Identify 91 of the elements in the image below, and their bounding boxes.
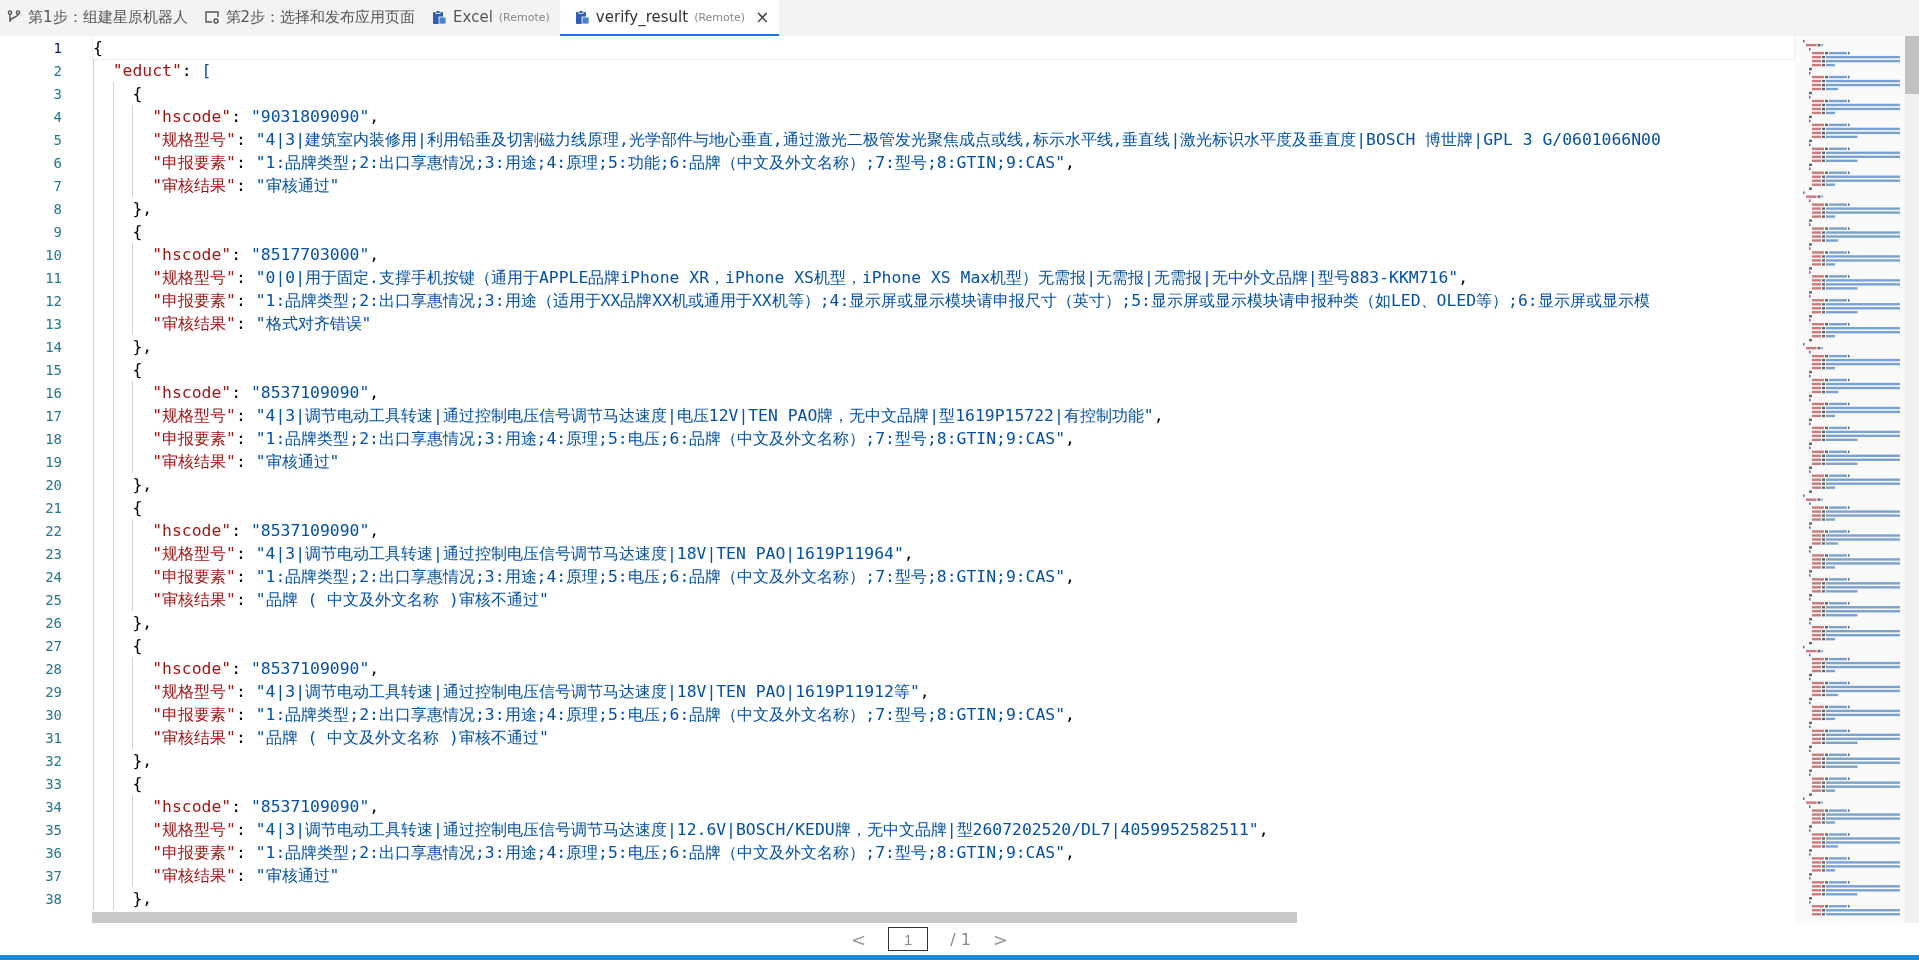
editor-tab[interactable]: 第1步：组建星原机器人 — [0, 0, 198, 36]
code-line: "规格型号": "0|0|用于固定.支撑手机按键（通用于APPLE品牌iPhone XR，iPhone XS机型，iPhone XS Max机型）无需报|无需报|无需报|无中外文品牌|型号883-KKM716", — [151, 266, 1469, 289]
code-line: { — [131, 84, 143, 103]
line-number: 16 — [44, 384, 62, 401]
line-number: 31 — [44, 729, 62, 746]
code-line: }, — [131, 751, 153, 770]
code-line: }, — [131, 475, 153, 494]
line-number: 15 — [44, 361, 62, 378]
code-line: "hscode": "8537109090", — [151, 797, 380, 816]
gear-window-icon — [203, 9, 220, 25]
code-line: "hscode": "8537109090", — [151, 521, 380, 540]
remote-label: (Remote) — [694, 10, 746, 24]
line-number: 11 — [44, 269, 62, 286]
code-line: { — [131, 774, 143, 793]
line-number: 26 — [44, 614, 62, 631]
line-number: 24 — [44, 568, 62, 585]
line-number: 14 — [44, 338, 62, 355]
line-number: 32 — [44, 752, 62, 769]
line-number: 2 — [52, 62, 62, 79]
code-line: }, — [131, 889, 153, 908]
code-line: "审核结果": "审核通过" — [151, 864, 340, 887]
code-line: "规格型号": "4|3|建筑室内装修用|利用铅垂及切割磁力线原理,光学部件与地心垂直,通过激光二极管发光聚焦成点或线,标示水平线,垂直线|激光标识水平度及垂直度|BOSCH 博世牌|GPL 3 G/0601066N00 — [151, 128, 1661, 151]
line-number: 23 — [44, 545, 62, 562]
branch-icon — [6, 9, 22, 25]
line-number: 10 — [44, 246, 62, 263]
code-line: "审核结果": "审核通过" — [151, 450, 340, 473]
line-number: 30 — [44, 706, 62, 723]
page-total: / 1 — [950, 929, 971, 949]
clipboard-icon — [431, 9, 448, 25]
line-number: 3 — [52, 85, 62, 102]
line-number: 21 — [44, 499, 62, 516]
line-number: 37 — [44, 867, 62, 884]
code-line: { — [131, 498, 143, 517]
line-number: 6 — [52, 154, 62, 171]
clipboard-icon — [573, 9, 590, 25]
code-line: "规格型号": "4|3|调节电动工具转速|通过控制电压信号调节马达速度|电压12V|TEN PAO牌，无中文品牌|型1619P15722|有控制功能", — [151, 404, 1164, 427]
code-line: "申报要素": "1:品牌类型;2:出口享惠情况;3:用途;4:原理;5:电压;6:品牌（中文及外文名称）;7:型号;8:GTIN;9:CAS", — [151, 841, 1075, 864]
line-number: 22 — [44, 522, 62, 539]
line-number: 38 — [44, 890, 62, 907]
line-number: 28 — [44, 660, 62, 677]
code-line: "hscode": "8537109090", — [151, 383, 380, 402]
code-line: }, — [131, 199, 153, 218]
editor-tab[interactable]: 第2步：选择和发布应用页面 — [197, 0, 426, 36]
line-number: 9 — [52, 223, 62, 240]
page-input[interactable]: 1 — [888, 927, 929, 951]
editor-tab[interactable]: verify_result (Remote) × — [559, 0, 780, 36]
code-line: }, — [131, 613, 153, 632]
code-line: }, — [131, 337, 153, 356]
line-number: 13 — [44, 315, 62, 332]
code-line: "申报要素": "1:品牌类型;2:出口享惠情况;3:用途;4:原理;5:功能;6:品牌（中文及外文名称）;7:型号;8:GTIN;9:CAS", — [151, 151, 1075, 174]
line-number: 17 — [44, 407, 62, 424]
code-line: "hscode": "9031809090", — [151, 107, 380, 126]
code-line: "审核结果": "审核通过" — [151, 174, 340, 197]
code-line: "规格型号": "4|3|调节电动工具转速|通过控制电压信号调节马达速度|18V|TEN PAO|1619P11912等", — [151, 680, 930, 703]
code-line: "hscode": "8517703000", — [151, 245, 380, 264]
line-number: 12 — [44, 292, 62, 309]
line-number: 5 — [52, 131, 62, 148]
code-line: "规格型号": "4|3|调节电动工具转速|通过控制电压信号调节马达速度|12.6V|BOSCH/KEDU牌，无中文品牌|型2607202520/DL7|4059952582511", — [151, 818, 1269, 841]
code-line: "申报要素": "1:品牌类型;2:出口享惠情况;3:用途;4:原理;5:电压;6:品牌（中文及外文名称）;7:型号;8:GTIN;9:CAS", — [151, 427, 1075, 450]
code-line: { — [131, 222, 143, 241]
line-number: 7 — [52, 177, 62, 194]
line-number: 34 — [44, 798, 62, 815]
line-number: 4 — [52, 108, 62, 125]
code-line: "规格型号": "4|3|调节电动工具转速|通过控制电压信号调节马达速度|18V|TEN PAO|1619P11964", — [151, 542, 914, 565]
code-line: "申报要素": "1:品牌类型;2:出口享惠情况;3:用途;4:原理;5:电压;6:品牌（中文及外文名称）;7:型号;8:GTIN;9:CAS", — [151, 703, 1075, 726]
vertical-scrollbar[interactable] — [1905, 36, 1919, 94]
line-number: 1 — [52, 39, 62, 56]
line-number: 8 — [52, 200, 62, 217]
line-number: 29 — [44, 683, 62, 700]
code-line: { — [131, 360, 143, 379]
code-line: "申报要素": "1:品牌类型;2:出口享惠情况;3:用途（适用于XX品牌XX机或通用于XX机等）;4:显示屏或显示模块请申报尺寸（英寸）;5:显示屏或显示模块请申报种类（如LED、OLED等）;6:显示屏或显示模 — [151, 289, 1650, 312]
code-line: { — [93, 38, 103, 57]
code-line: "审核结果": "品牌 ( 中文及外文名称 )审核不通过" — [151, 588, 549, 611]
editor-tab[interactable]: Excel (Remote) — [425, 0, 560, 36]
code-line: "审核结果": "格式对齐错误" — [151, 312, 372, 335]
line-number: 18 — [44, 430, 62, 447]
code-line: "educt": [ — [111, 61, 212, 80]
remote-label: (Remote) — [498, 10, 550, 24]
horizontal-scrollbar[interactable] — [92, 912, 1297, 923]
line-number: 25 — [44, 591, 62, 608]
close-button[interactable]: × — [755, 7, 770, 27]
line-number: 19 — [44, 453, 62, 470]
line-number: 33 — [44, 775, 62, 792]
line-number: 36 — [44, 844, 62, 861]
line-number: 20 — [44, 476, 62, 493]
line-number: 27 — [44, 637, 62, 654]
line-number: 35 — [44, 821, 62, 838]
code-line: "申报要素": "1:品牌类型;2:出口享惠情况;3:用途;4:原理;5:电压;6:品牌（中文及外文名称）;7:型号;8:GTIN;9:CAS", — [151, 565, 1075, 588]
code-line: "审核结果": "品牌 ( 中文及外文名称 )审核不通过" — [151, 726, 549, 749]
code-line: "hscode": "8537109090", — [151, 659, 380, 678]
code-line: { — [131, 636, 143, 655]
